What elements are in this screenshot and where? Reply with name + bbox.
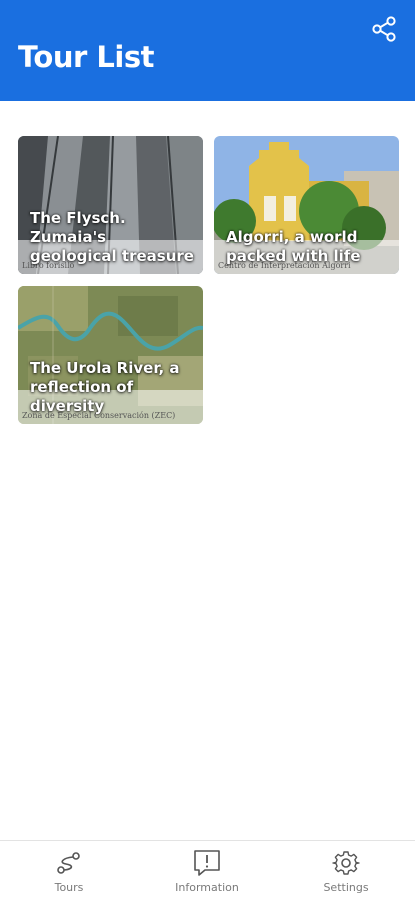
tour-card-urola[interactable]: Zona de Especial Conservación (ZEC) The … — [18, 286, 203, 424]
gear-icon — [332, 851, 360, 875]
page-title: Tour List — [18, 40, 154, 74]
info-message-icon — [194, 850, 220, 876]
card-title: The Urola River, a reflection of diversi… — [30, 359, 180, 415]
route-icon — [57, 852, 80, 874]
nav-label: Settings — [323, 881, 369, 894]
share-icon — [372, 16, 396, 42]
card-title: The Flysch. Zumaia's geological treasure — [30, 209, 194, 265]
bottom-navigation: Tours Information Settings — [0, 840, 415, 901]
nav-label: Information — [175, 881, 239, 894]
nav-tours[interactable]: Tours — [0, 841, 138, 901]
tour-card-flysch[interactable]: Libro forisilo The Flysch. Zumaia's geol… — [18, 136, 203, 274]
nav-label: Tours — [54, 881, 84, 894]
card-title: Algorri, a world packed with life — [226, 228, 361, 265]
app-bar: Tour List — [0, 0, 415, 101]
nav-settings[interactable]: Settings — [277, 841, 415, 901]
tour-card-algorri[interactable]: Centro de Interpretación Algorri Algorri… — [214, 136, 399, 274]
share-button[interactable] — [369, 14, 399, 44]
nav-information[interactable]: Information — [138, 841, 276, 901]
